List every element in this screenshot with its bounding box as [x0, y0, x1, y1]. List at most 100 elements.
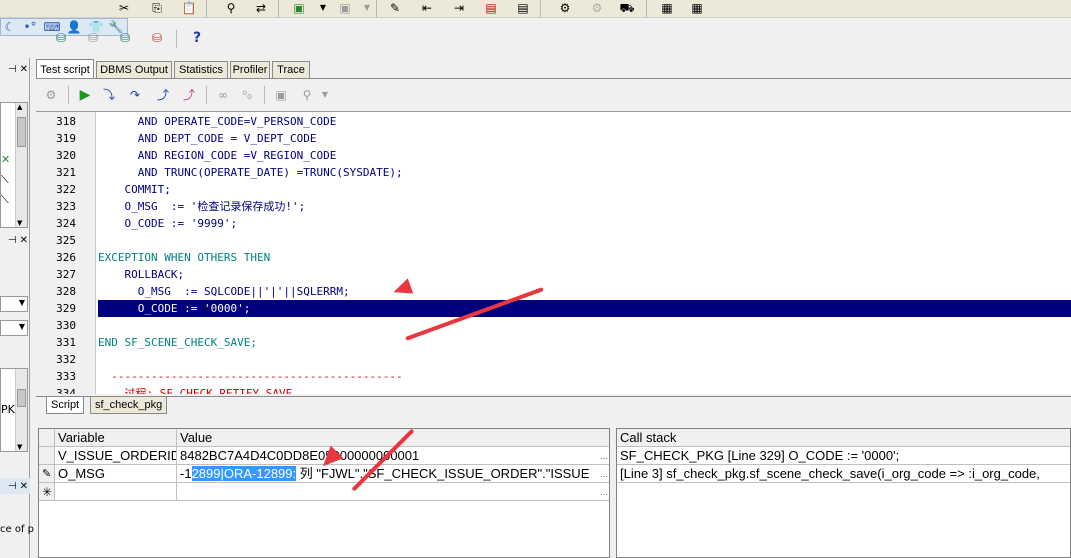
dropdown-icon[interactable]: ▼ — [358, 0, 376, 16]
open-icon[interactable]: ▣ — [336, 0, 354, 16]
toolbar-separator — [176, 30, 177, 48]
watch-icon[interactable]: ∞ — [214, 87, 232, 103]
dropdown-box[interactable]: ▼ — [0, 296, 28, 312]
code-line[interactable]: AND DEPT_CODE = V_DEPT_CODE — [98, 130, 1071, 147]
db-rollback-icon[interactable]: ⛁ — [148, 30, 166, 46]
variable-name-cell[interactable]: V_ISSUE_ORDERID — [55, 447, 177, 465]
code-line[interactable]: O_CODE := '0000'; — [98, 300, 1071, 317]
ellipsis-button[interactable]: ... — [600, 447, 608, 464]
variable-value-cell[interactable]: ... — [177, 483, 609, 501]
object-tree[interactable]: PK ▼ — [0, 368, 28, 452]
code-line[interactable]: COMMIT; — [98, 181, 1071, 198]
close-icon[interactable]: ✕ — [20, 64, 28, 75]
new-window-icon[interactable]: ▣ — [290, 0, 308, 16]
db-commit-icon[interactable]: ⛁ — [116, 30, 134, 46]
dropdown-icon[interactable]: ▼ — [314, 0, 332, 16]
callstack-row[interactable]: [Line 3] sf_check_pkg.sf_scene_check_sav… — [617, 465, 1070, 483]
db-disconnect-icon[interactable]: ⛁ — [84, 30, 102, 46]
replace-icon[interactable]: ⇄ — [252, 0, 270, 16]
window-list-icon[interactable]: ▦ — [658, 0, 676, 16]
code-line[interactable]: O_MSG := SQLCODE||'|'||SQLERRM; — [98, 283, 1071, 300]
moon-icon[interactable]: ☾ — [1, 19, 19, 35]
code-line[interactable]: 过程: SF_CHECK_RETIFY_SAVE — [98, 385, 1071, 394]
step-over-icon[interactable]: ↷ — [126, 87, 144, 103]
code-line[interactable]: O_CODE := '9999'; — [98, 215, 1071, 232]
scroll-down-icon[interactable]: ▼ — [17, 219, 22, 227]
variable-column-header[interactable]: Variable — [55, 429, 177, 447]
cut-icon[interactable]: ✂ — [115, 0, 133, 16]
ellipsis-button[interactable]: ... — [600, 465, 608, 482]
copy-icon[interactable]: ⎘ — [148, 0, 166, 16]
variable-name-cell[interactable] — [55, 483, 177, 501]
run-icon[interactable]: ▶ — [76, 87, 94, 103]
paste-icon[interactable]: 📋 — [180, 0, 198, 16]
close-icon[interactable]: ✕ — [20, 235, 28, 246]
breakpoint-icon[interactable]: ⚙ — [588, 0, 606, 16]
object-list[interactable]: ▲ ▼ ✕ ⟍ ⟍ — [0, 102, 28, 228]
chevron-down-icon[interactable]: ▼ — [316, 87, 334, 103]
tab-statistics[interactable]: Statistics — [174, 61, 228, 78]
uncomment-icon[interactable]: ▤ — [514, 0, 532, 16]
code-line[interactable] — [98, 317, 1071, 334]
ellipsis-button[interactable]: ... — [600, 483, 608, 500]
code-line[interactable]: AND OPERATE_CODE=V_PERSON_CODE — [98, 113, 1071, 130]
step-out-icon[interactable]: ⤴ — [154, 87, 172, 103]
scroll-up-icon[interactable]: ▲ — [17, 103, 22, 111]
dots-icon[interactable]: •° — [21, 19, 39, 35]
callstack-grid[interactable]: Call stack SF_CHECK_PKG [Line 329] O_COD… — [616, 428, 1071, 558]
comment-icon[interactable]: ▤ — [482, 0, 500, 16]
tab-test-script[interactable]: Test script — [36, 59, 94, 79]
cart-icon[interactable]: ⛟ — [618, 0, 636, 16]
tab-profiler[interactable]: Profiler — [230, 61, 270, 78]
chevron-down-icon[interactable]: ▼ — [19, 322, 25, 331]
code-line[interactable]: AND TRUNC(OPERATE_DATE) =TRUNC(SYSDATE); — [98, 164, 1071, 181]
variable-name-cell[interactable]: O_MSG — [55, 465, 177, 483]
variables-icon[interactable]: ⁰₀ — [238, 87, 256, 103]
line-number: 326 — [56, 251, 76, 264]
scrollbar[interactable]: ▲ ▼ — [15, 103, 27, 227]
tile-windows-icon[interactable]: ▦ — [688, 0, 706, 16]
variable-value-cell[interactable]: -12899|ORA-12899: 列 "FJWL"."SF_CHECK_ISS… — [177, 465, 609, 483]
code-editor[interactable]: 318 319 320 321 322 323 324 325 326 327 328 329 330 3… — [36, 111, 1071, 394]
help-icon[interactable]: ? — [188, 30, 206, 46]
code-line[interactable] — [98, 351, 1071, 368]
code-line[interactable]: END SF_SCENE_CHECK_SAVE; — [98, 334, 1071, 351]
dropdown-box[interactable]: ▼ — [0, 320, 28, 336]
code-line[interactable]: AND REGION_CODE =V_REGION_CODE — [98, 147, 1071, 164]
code-line[interactable]: EXCEPTION WHEN OTHERS THEN — [98, 249, 1071, 266]
tab-script[interactable]: Script — [46, 397, 85, 414]
close-icon[interactable]: ✕ — [20, 481, 28, 492]
binoculars-icon[interactable]: ⚲ — [222, 0, 240, 16]
scroll-thumb[interactable] — [17, 117, 26, 147]
compile-icon[interactable]: ✎ — [386, 0, 404, 16]
tab-sf-check-pkg[interactable]: sf_check_pkg — [90, 397, 168, 414]
tab-trace[interactable]: Trace — [272, 61, 310, 78]
code-line[interactable] — [98, 232, 1071, 249]
image-icon[interactable]: ▣ — [272, 87, 290, 103]
scroll-thumb[interactable] — [17, 389, 26, 407]
run-to-exception-icon[interactable]: ⤴ — [180, 87, 198, 103]
code-line[interactable]: O_MSG := '检查记录保存成功!'; — [98, 198, 1071, 215]
indent-icon[interactable]: ⇤ — [418, 0, 436, 16]
row-edit-indicator: ✎ — [39, 465, 55, 483]
scroll-down-icon[interactable]: ▼ — [17, 443, 22, 451]
scrollbar[interactable]: ▼ — [15, 369, 27, 451]
code-line[interactable]: ----------------------------------------… — [98, 368, 1071, 385]
toolbar-separator — [540, 0, 541, 18]
db-connect-icon[interactable]: ⛁ — [52, 30, 70, 46]
left-dock: ⊣ ✕ ▲ ▼ ✕ ⟍ ⟍ ⊣ ✕ ▼ ▼ PK ▼ ⊣ ✕ ce of p — [0, 58, 34, 558]
debug-icon[interactable]: ⚙ — [556, 0, 574, 16]
pin-icon[interactable]: ⊣ — [8, 64, 17, 75]
value-column-header[interactable]: Value — [177, 429, 609, 447]
scan-icon[interactable]: ⚙ — [42, 87, 60, 103]
chevron-down-icon[interactable]: ▼ — [19, 298, 25, 307]
tab-dbms-output[interactable]: DBMS Output — [96, 61, 172, 78]
variables-grid[interactable]: Variable Value V_ISSUE_ORDERID 8482BC7A4… — [38, 428, 610, 558]
unindent-icon[interactable]: ⇥ — [450, 0, 468, 16]
code-line[interactable]: ROLLBACK; — [98, 266, 1071, 283]
step-into-icon[interactable]: ⤵ — [100, 87, 118, 103]
search-icon[interactable]: ⚲ — [298, 87, 316, 103]
pin-icon[interactable]: ⊣ — [8, 235, 17, 246]
callstack-row[interactable]: SF_CHECK_PKG [Line 329] O_CODE := '0000'… — [617, 447, 1070, 465]
pin-icon[interactable]: ⊣ — [8, 481, 17, 492]
